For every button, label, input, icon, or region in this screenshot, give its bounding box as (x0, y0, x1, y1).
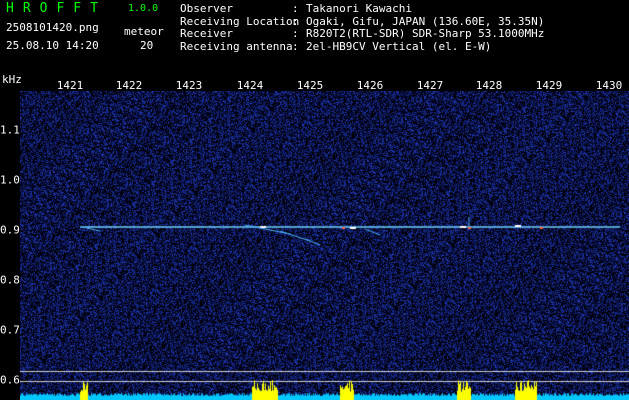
unit-label: kHz (2, 73, 22, 86)
y-tick-label: 1.1 (0, 123, 20, 137)
y-tick-label: 0.6 (0, 373, 20, 387)
app-version: 1.0.0 (128, 3, 159, 14)
header-panel: HROFFT 1.0.0 2508101420.png 25.08.10 14:… (0, 0, 629, 76)
meteor-count: 20 (140, 39, 154, 52)
app-title: HROFFT (6, 1, 107, 16)
file-name: 2508101420.png (6, 21, 99, 34)
y-tick-label: 1.0 (0, 173, 20, 187)
y-tick-label: 0.8 (0, 273, 20, 287)
y-tick-label: 0.7 (0, 323, 20, 337)
meteor-label: meteor (124, 25, 164, 38)
info-row-antenna: Receiving antenna: 2el-HB9CV Vertical (el… (180, 39, 492, 53)
date-time: 25.08.10 14:20 (6, 39, 99, 52)
station-info: Observer: Takanori Kawachi Receiving Loca… (180, 2, 544, 53)
y-tick-label: 0.9 (0, 223, 20, 237)
waterfall-spectrogram (20, 91, 629, 400)
